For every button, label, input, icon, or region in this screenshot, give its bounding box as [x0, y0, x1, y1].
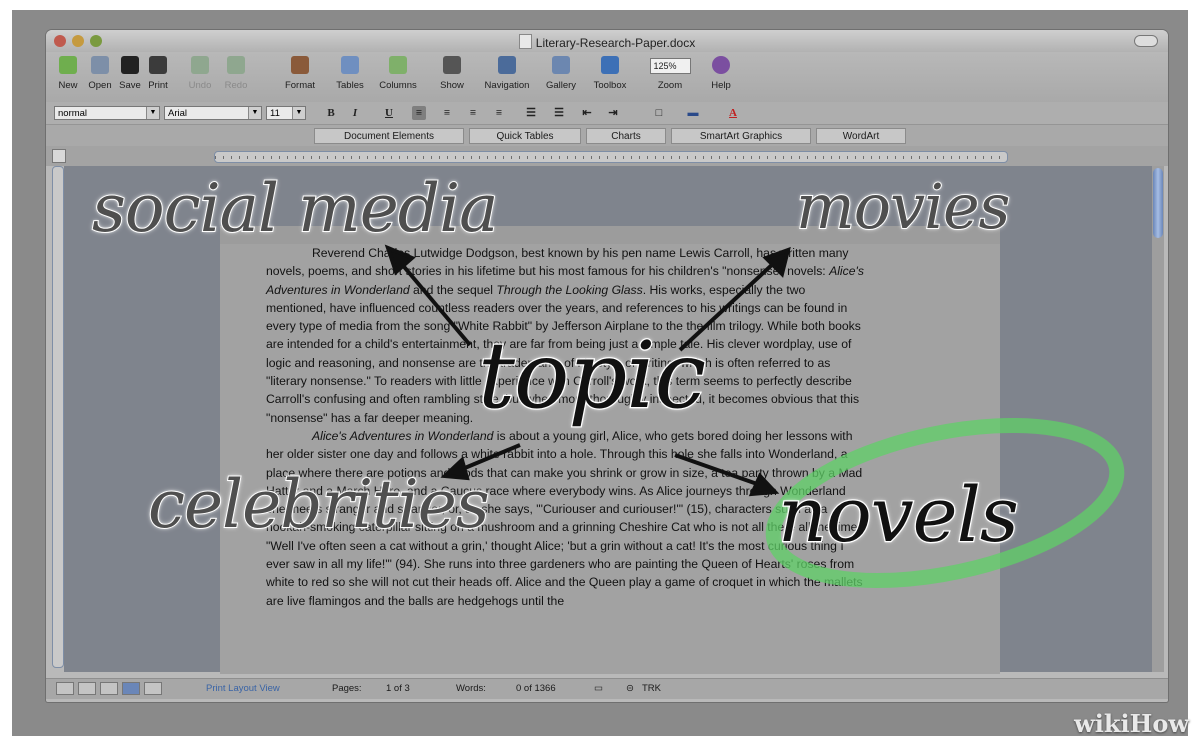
formatting-toolbar: normal ▼ Arial ▼ 11 ▼ B I U ≡ ≡ ≡ ≡ ☰ ☰ ⇤ ⇥…: [46, 102, 1168, 124]
status-bar: Print Layout View Pages: 1 of 3 Words: 0…: [46, 678, 1168, 699]
underline-button[interactable]: U: [382, 106, 396, 120]
publishing-view-icon[interactable]: [100, 682, 118, 695]
new-document-icon: [59, 56, 77, 74]
decrease-indent-icon[interactable]: ⇤: [580, 106, 594, 120]
navigation-button[interactable]: Navigation: [476, 56, 538, 91]
annotation-topic: topic: [477, 321, 708, 431]
align-center-icon[interactable]: ≡: [440, 106, 454, 120]
title-bar: Literary-Research-Paper.docx: [46, 30, 1168, 52]
annotation-celebrities: celebrities: [147, 465, 491, 544]
print-button[interactable]: Print: [143, 56, 173, 91]
annotation-movies: movies: [795, 169, 1011, 244]
increase-indent-icon[interactable]: ⇥: [606, 106, 620, 120]
bulleted-list-icon[interactable]: ☰: [552, 106, 566, 120]
trk-indicator[interactable]: TRK: [642, 683, 661, 694]
open-button[interactable]: Open: [86, 56, 114, 91]
draft-view-icon[interactable]: [56, 682, 74, 695]
notebook-view-icon[interactable]: [144, 682, 162, 695]
new-button[interactable]: New: [54, 56, 82, 91]
tab-smartart-graphics[interactable]: SmartArt Graphics: [671, 128, 811, 144]
window-title-text: Literary-Research-Paper.docx: [535, 36, 696, 50]
pilcrow-icon: [443, 56, 461, 74]
annotation-novels: novels: [777, 469, 1020, 561]
wikihow-watermark: wikiHow: [1074, 709, 1189, 738]
toolbox-button[interactable]: Toolbox: [586, 56, 634, 91]
save-disk-icon: [121, 56, 139, 74]
vertical-ruler: [52, 166, 64, 668]
align-left-icon[interactable]: ≡: [412, 106, 426, 120]
table-grid-icon: [341, 56, 359, 74]
font-color-icon[interactable]: A: [726, 106, 740, 120]
text-run: Reverend Charles Lutwidge Dodgson, best …: [266, 246, 849, 279]
borders-icon[interactable]: □: [652, 106, 666, 120]
tab-quick-tables[interactable]: Quick Tables: [469, 128, 581, 144]
format-button[interactable]: Format: [280, 56, 320, 91]
spelling-book-icon[interactable]: ▭: [594, 683, 603, 694]
columns-button[interactable]: Columns: [373, 56, 423, 91]
tab-charts[interactable]: Charts: [586, 128, 666, 144]
bold-button[interactable]: B: [324, 106, 338, 120]
navigation-pane-icon: [498, 56, 516, 74]
track-changes-icon: ⊝: [626, 683, 634, 694]
tab-wordart[interactable]: WordArt: [816, 128, 906, 144]
chevron-down-icon: ▼: [248, 107, 261, 119]
pages-label: Pages:: [332, 683, 362, 694]
italic-button[interactable]: I: [348, 106, 362, 120]
columns-icon: [389, 56, 407, 74]
undo-button[interactable]: Undo: [185, 56, 215, 91]
tab-document-elements[interactable]: Document Elements: [314, 128, 464, 144]
chevron-down-icon: ▼: [292, 107, 305, 119]
zoom-control[interactable]: 125% Zoom: [646, 56, 694, 91]
outline-view-icon[interactable]: [78, 682, 96, 695]
text-run: Through the Looking Glass: [496, 282, 643, 297]
pages-value: 1 of 3: [386, 683, 410, 694]
text-run: Alice's Adventures in Wonderland: [312, 428, 494, 443]
open-folder-icon: [91, 56, 109, 74]
align-right-icon[interactable]: ≡: [466, 106, 480, 120]
highlight-icon[interactable]: ▬: [686, 106, 700, 120]
gallery-button[interactable]: Gallery: [540, 56, 582, 91]
gallery-icon: [552, 56, 570, 74]
font-select[interactable]: Arial ▼: [164, 106, 262, 120]
vertical-scrollbar[interactable]: [1152, 166, 1164, 672]
zoom-select[interactable]: 125%: [649, 58, 691, 74]
toolbar-toggle-button[interactable]: [1134, 35, 1158, 47]
numbered-list-icon[interactable]: ☰: [524, 106, 538, 120]
redo-button[interactable]: Redo: [221, 56, 251, 91]
style-select[interactable]: normal ▼: [54, 106, 160, 120]
format-brush-icon: [291, 56, 309, 74]
help-icon: [712, 56, 730, 74]
undo-icon: [191, 56, 209, 74]
tab-stop-icon[interactable]: [52, 149, 66, 163]
font-size-select[interactable]: 11 ▼: [266, 106, 306, 120]
words-label: Words:: [456, 683, 486, 694]
horizontal-ruler: [46, 146, 1168, 166]
text-run: and the sequel: [409, 282, 497, 297]
ruler-scale[interactable]: [214, 151, 1008, 163]
standard-toolbar: New Open Save Print Undo Redo Format Tab…: [46, 52, 1168, 102]
annotation-social-media: social media: [91, 169, 499, 248]
print-layout-view-icon[interactable]: [122, 682, 140, 695]
chevron-down-icon: ▼: [146, 107, 159, 119]
tables-button[interactable]: Tables: [332, 56, 368, 91]
words-value: 0 of 1366: [516, 683, 556, 694]
help-button[interactable]: Help: [706, 56, 736, 91]
scroll-thumb[interactable]: [1153, 168, 1163, 238]
view-name: Print Layout View: [206, 683, 280, 694]
window-title: Literary-Research-Paper.docx: [46, 34, 1168, 50]
document-icon: [518, 34, 532, 49]
toolbox-info-icon: [601, 56, 619, 74]
save-button[interactable]: Save: [116, 56, 144, 91]
printer-icon: [149, 56, 167, 74]
justify-icon[interactable]: ≡: [492, 106, 506, 120]
elements-gallery: Document Elements Quick Tables Charts Sm…: [46, 124, 1168, 147]
show-button[interactable]: Show: [434, 56, 470, 91]
redo-icon: [227, 56, 245, 74]
